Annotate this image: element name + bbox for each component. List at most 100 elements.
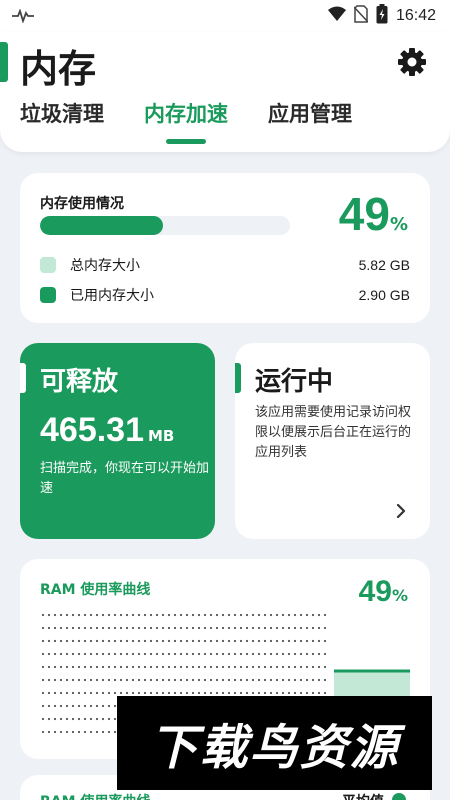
chart-grid-dot <box>185 691 189 695</box>
chart-grid-dot <box>203 613 207 617</box>
chevron-right-icon[interactable] <box>394 503 408 519</box>
chart-grid-dot <box>245 691 249 695</box>
chart-grid-dot <box>113 691 117 695</box>
chart-grid-dot <box>101 678 105 682</box>
chart-grid-dot <box>89 678 93 682</box>
chart-grid-dot <box>89 691 93 695</box>
chart-grid-dot <box>185 678 189 682</box>
chart-grid-dot <box>113 678 117 682</box>
chart-grid-dot <box>239 678 243 682</box>
chart-grid-dot <box>53 626 57 630</box>
chart-grid-dot <box>311 626 315 630</box>
chart-grid-dot <box>131 613 135 617</box>
chart-grid-dot <box>101 704 105 708</box>
chart-grid-dot <box>71 613 75 617</box>
chart-grid-dot <box>41 704 45 708</box>
chart-grid-dot <box>113 639 117 643</box>
chart-grid-dot <box>65 691 69 695</box>
chart-grid-dot <box>287 652 291 656</box>
chart-grid-dot <box>221 613 225 617</box>
chart-grid-dot <box>245 613 249 617</box>
tab-app-manager[interactable]: 应用管理 <box>268 98 352 128</box>
chart-grid-dot <box>281 613 285 617</box>
chart-grid-dot <box>83 691 87 695</box>
chart-grid-dot <box>41 717 45 721</box>
chart-grid-dot <box>77 730 81 734</box>
chart-grid-dot <box>71 717 75 721</box>
chart-grid-dot <box>167 678 171 682</box>
chart-grid-dot <box>221 652 225 656</box>
tab-junk-clean[interactable]: 垃圾清理 <box>20 98 104 128</box>
chart-grid-dot <box>287 626 291 630</box>
chart-grid-dot <box>299 626 303 630</box>
memory-usage-title: 内存使用情况 <box>40 196 124 212</box>
chart-grid-dot <box>113 704 117 708</box>
chart-grid-dot <box>161 613 165 617</box>
releasable-accent-bar <box>20 363 26 393</box>
chart-grid-dot <box>41 613 45 617</box>
chart-grid-dot <box>119 639 123 643</box>
chart-grid-dot <box>89 613 93 617</box>
chart-grid-dot <box>287 665 291 669</box>
chart-grid-dot <box>209 678 213 682</box>
chart-grid-dot <box>191 626 195 630</box>
chart-grid-dot <box>305 691 309 695</box>
watermark-banner: 下载鸟资源 <box>117 696 432 790</box>
chart-grid-dot <box>239 652 243 656</box>
chart-grid-dot <box>185 639 189 643</box>
chart-grid-dot <box>107 639 111 643</box>
chart-grid-dot <box>233 639 237 643</box>
ram-usage-title-2: RAM 使用率曲线 <box>40 791 150 800</box>
chart-grid-dot <box>287 691 291 695</box>
chart-grid-dot <box>263 665 267 669</box>
chart-grid-dot <box>311 652 315 656</box>
chart-grid-dot <box>299 665 303 669</box>
chart-grid-dot <box>107 652 111 656</box>
chart-grid-dot <box>41 665 45 669</box>
legend-used-memory-swatch <box>40 287 56 303</box>
chart-grid-dot <box>317 626 321 630</box>
ram-usage-percent-symbol: % <box>391 586 408 605</box>
chart-grid-dot <box>233 678 237 682</box>
chart-grid-dot <box>155 678 159 682</box>
chart-grid-dot <box>167 626 171 630</box>
chart-grid-dot <box>311 691 315 695</box>
chart-grid-dot <box>53 704 57 708</box>
legend-used-memory-value: 2.90 GB <box>358 287 410 303</box>
chart-grid-dot <box>65 704 69 708</box>
tab-memory-boost[interactable]: 内存加速 <box>144 98 228 128</box>
legend-used-memory: 已用内存大小 2.90 GB <box>40 285 410 305</box>
chart-grid-dot <box>119 613 123 617</box>
chart-grid-dot <box>221 678 225 682</box>
chart-grid-dot <box>143 613 147 617</box>
chart-grid-dot <box>53 665 57 669</box>
chart-grid-dot <box>173 691 177 695</box>
chart-grid-dot <box>275 678 279 682</box>
chart-grid-dot <box>89 717 93 721</box>
chart-grid-dot <box>83 613 87 617</box>
chart-grid-dot <box>53 730 57 734</box>
chart-grid-dot <box>47 652 51 656</box>
chart-grid-dot <box>245 652 249 656</box>
chart-grid-dot <box>197 665 201 669</box>
chart-grid-dot <box>47 717 51 721</box>
chart-grid-dot <box>95 678 99 682</box>
chart-grid-dot <box>293 639 297 643</box>
running-apps-card[interactable]: 运行中 该应用需要使用记录访问权限以便展示后台正在运行的应用列表 <box>235 343 430 539</box>
chart-grid-dot <box>125 626 129 630</box>
chart-grid-dot <box>323 652 327 656</box>
chart-grid-dot <box>173 678 177 682</box>
chart-grid-dot <box>281 652 285 656</box>
chart-grid-dot <box>137 691 141 695</box>
chart-grid-dot <box>83 665 87 669</box>
chart-grid-dot <box>59 730 63 734</box>
chart-grid-dot <box>179 665 183 669</box>
releasable-card[interactable]: 可释放 465.31 MB 扫描完成，你现在可以开始加速 <box>20 343 215 539</box>
chart-grid-dot <box>59 652 63 656</box>
gear-icon[interactable] <box>396 46 428 78</box>
chart-grid-dot <box>245 626 249 630</box>
chart-grid-dot <box>245 639 249 643</box>
chart-grid-dot <box>173 626 177 630</box>
chart-grid-dot <box>101 639 105 643</box>
running-accent-bar <box>235 363 241 393</box>
